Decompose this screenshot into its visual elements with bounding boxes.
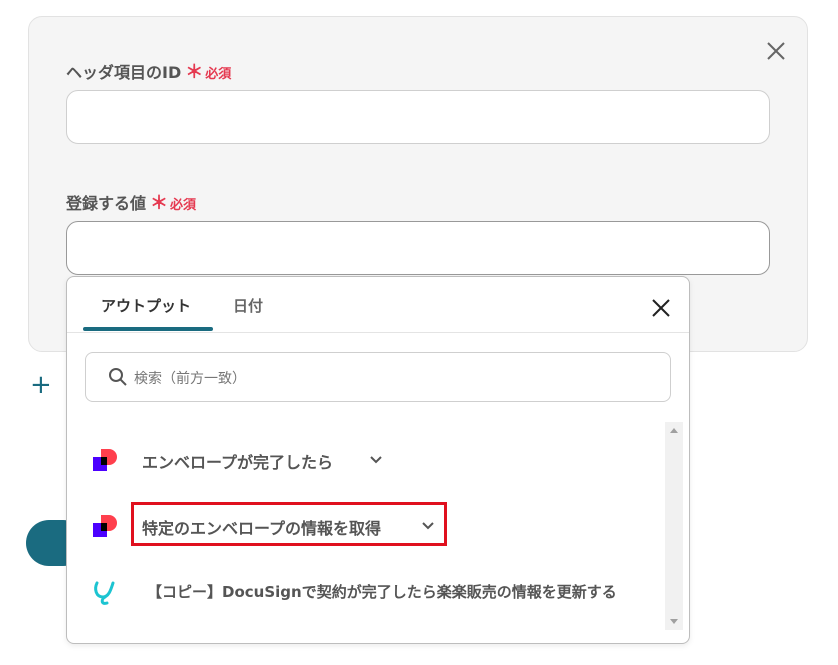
required-asterisk: ＊ xyxy=(185,62,204,83)
docusign-icon xyxy=(93,515,117,537)
highlight-box xyxy=(131,502,447,546)
plus-icon: + xyxy=(30,370,52,400)
chevron-down-icon[interactable] xyxy=(369,455,383,465)
scrollbar[interactable] xyxy=(665,422,683,630)
close-icon[interactable] xyxy=(651,298,671,318)
search-icon xyxy=(109,368,127,386)
required-badge: 必須 xyxy=(170,198,197,213)
tab-date[interactable]: 日付 xyxy=(233,295,263,316)
value-label: 登録する値＊必須 xyxy=(66,189,196,215)
output-list: エンベロープが完了したら 特定のエンベロープの情報を取得 【コピー】DocuSi… xyxy=(67,417,667,639)
header-id-label-text: ヘッダ項目のID xyxy=(66,63,182,82)
list-item-label: 【コピー】DocuSignで契約が完了したら楽楽販売の情報を更新する xyxy=(147,583,617,601)
add-row-button[interactable]: + xyxy=(30,372,52,398)
header-id-input[interactable] xyxy=(66,90,770,144)
tab-output[interactable]: アウトプット xyxy=(101,295,191,316)
docusign-icon xyxy=(93,449,117,471)
required-badge: 必須 xyxy=(205,67,232,82)
value-input[interactable] xyxy=(66,221,770,275)
yoom-icon xyxy=(94,581,115,605)
scroll-up-icon[interactable] xyxy=(670,428,678,433)
value-label-text: 登録する値 xyxy=(66,194,147,213)
list-item-label: エンベロープが完了したら xyxy=(142,453,334,472)
scroll-down-icon[interactable] xyxy=(670,619,678,624)
popup-tabs: アウトプット 日付 xyxy=(67,277,689,333)
header-id-label: ヘッダ項目のID ＊必須 xyxy=(66,58,231,84)
list-item-envelope-completed[interactable]: エンベロープが完了したら xyxy=(67,431,667,487)
search-input[interactable]: 検索（前方一致） xyxy=(85,352,671,402)
list-item-copy-flow[interactable]: 【コピー】DocuSignで契約が完了したら楽楽販売の情報を更新する xyxy=(67,563,667,619)
scroll-thumb[interactable] xyxy=(668,438,680,614)
search-placeholder: 検索（前方一致） xyxy=(134,371,246,387)
required-asterisk: ＊ xyxy=(150,193,169,214)
close-icon[interactable] xyxy=(765,40,787,62)
active-tab-indicator xyxy=(83,327,213,331)
output-popup: アウトプット 日付 検索（前方一致） エンベロープが完了したら 特定のエンベロー… xyxy=(66,276,690,644)
